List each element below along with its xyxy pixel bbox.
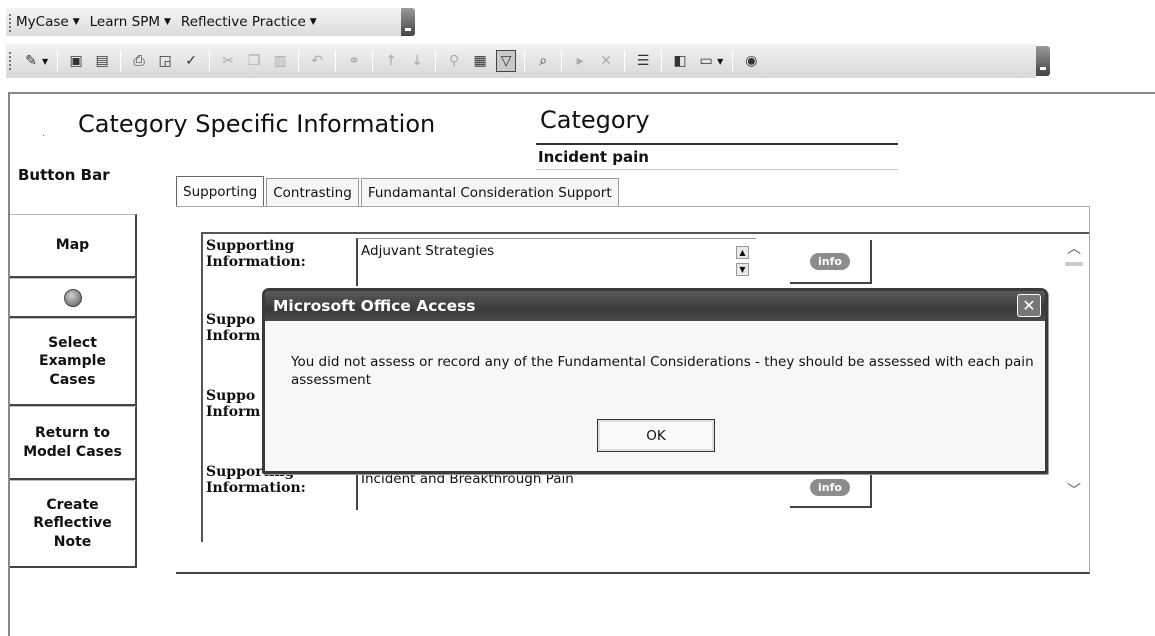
toolbar-overflow-button[interactable] <box>1036 46 1050 76</box>
toolbar-separator <box>624 50 626 72</box>
toolbar-separator <box>57 50 59 72</box>
map-button[interactable]: Map <box>10 214 137 278</box>
menu-mycase[interactable]: MyCase ▼ <box>16 14 80 30</box>
supporting-information-label-text: Suppo Inform <box>206 388 261 421</box>
toolbar-grip[interactable] <box>9 52 12 70</box>
toolbar-separator <box>661 50 663 72</box>
filter-by-selection-icon[interactable]: ⚲ <box>444 50 464 72</box>
info-button-label: info <box>810 478 850 496</box>
category-field[interactable]: Incident pain <box>536 143 898 170</box>
menu-bar: MyCase ▼ Learn SPM ▼ Reflective Practice ▼ <box>0 0 1155 36</box>
ok-button[interactable]: OK <box>597 419 715 452</box>
menu-reflective-practice[interactable]: Reflective Practice ▼ <box>181 14 317 30</box>
apply-filter-icon[interactable]: ▽ <box>496 50 517 72</box>
select-example-cases-label: Select Example Cases <box>39 335 106 388</box>
chevron-down-icon: ▼ <box>72 17 80 27</box>
dialog-message: You did not assess or record any of the … <box>291 354 1034 389</box>
supporting-information-field[interactable]: Adjuvant Strategies <box>356 238 756 286</box>
info-button-label: info <box>810 252 850 270</box>
file-search-icon[interactable]: ▤ <box>92 50 112 72</box>
form-top-border <box>8 92 1155 94</box>
tab-strip: Supporting Contrasting Fundamantal Consi… <box>176 176 621 206</box>
copy-icon[interactable]: ❐ <box>244 50 264 72</box>
subform-scroll-up[interactable]: ︿ <box>1064 238 1084 268</box>
menu-strip: MyCase ▼ Learn SPM ▼ Reflective Practice ▼ <box>6 8 415 36</box>
print-preview-icon[interactable]: ◲ <box>155 50 175 72</box>
cut-icon[interactable]: ✂ <box>218 50 238 72</box>
return-to-model-cases-button[interactable]: Return to Model Cases <box>10 406 137 480</box>
scroll-down-icon[interactable]: ▼ <box>736 263 749 276</box>
toolbar-separator <box>561 50 563 72</box>
sort-descending-icon[interactable]: ↓ <box>407 50 427 72</box>
chevron-down-icon: ▼ <box>309 17 317 27</box>
info-button[interactable]: info <box>790 468 872 508</box>
scroll-thumb[interactable] <box>1065 262 1083 266</box>
toolbar-separator <box>209 50 211 72</box>
help-icon[interactable]: ◉ <box>741 50 761 72</box>
paste-icon[interactable]: ▥ <box>270 50 290 72</box>
chevron-down-icon[interactable]: ▼ <box>42 57 48 66</box>
tab-fundamental-consideration-support[interactable]: Fundamantal Consideration Support <box>360 178 619 206</box>
dialog-title-bar[interactable]: Microsoft Office Access <box>265 291 1045 321</box>
toolbar-separator <box>435 50 437 72</box>
properties-icon[interactable]: ☰ <box>633 50 653 72</box>
info-button[interactable]: info <box>790 240 872 284</box>
sort-ascending-icon[interactable]: ↑ <box>381 50 401 72</box>
print-icon[interactable]: ⎙ <box>129 50 149 72</box>
close-icon[interactable]: ✕ <box>1017 294 1041 317</box>
filter-by-form-icon[interactable]: ▦ <box>470 50 490 72</box>
toolbar-separator <box>335 50 337 72</box>
supporting-information-label-text: Suppo Inform <box>206 312 261 345</box>
find-icon[interactable]: ⌕ <box>533 50 553 72</box>
subform-scroll-down[interactable]: ﹀ <box>1064 480 1084 510</box>
toolbar-separator <box>372 50 374 72</box>
button-bar-title: Button Bar <box>18 166 110 184</box>
chevron-down-icon: ▼ <box>164 17 171 27</box>
toolbar-separator <box>298 50 300 72</box>
supporting-information-label: Supporting Information: <box>206 238 346 270</box>
menu-learn-spm[interactable]: Learn SPM ▼ <box>90 14 171 30</box>
return-to-model-cases-label: Return to Model Cases <box>23 425 122 460</box>
menu-reflective-practice-label: Reflective Practice <box>180 14 306 30</box>
new-object-icon[interactable]: ▭ <box>696 50 716 72</box>
spelling-icon[interactable]: ✓ <box>181 50 201 72</box>
select-example-cases-button[interactable]: Select Example Cases <box>10 318 137 406</box>
delete-record-icon[interactable]: ✕ <box>596 50 616 72</box>
create-reflective-note-label: Create Reflective Note <box>33 497 112 550</box>
design-view-icon[interactable]: ✎ <box>21 50 41 72</box>
toolbar-separator <box>732 50 734 72</box>
supporting-information-label-text: Supporting Information: <box>206 238 306 271</box>
toolbar-separator <box>524 50 526 72</box>
map-button-label: Map <box>55 237 90 254</box>
help-button[interactable] <box>10 278 137 318</box>
database-window-icon[interactable]: ◧ <box>670 50 690 72</box>
tab-supporting[interactable]: Supporting <box>176 176 265 206</box>
toolbar-separator <box>120 50 122 72</box>
row-scrollbar[interactable]: ▲ ▼ <box>736 246 750 282</box>
undo-icon[interactable]: ↶ <box>307 50 327 72</box>
chevron-down-icon[interactable]: ▼ <box>717 57 723 66</box>
scroll-up-icon[interactable]: ▲ <box>736 246 749 259</box>
hyperlink-icon[interactable]: ⚭ <box>344 50 364 72</box>
page-title: Category Specific Information <box>78 110 436 138</box>
dialog-title: Microsoft Office Access <box>273 297 476 315</box>
chevron-up-icon[interactable]: ︿ <box>1067 238 1081 258</box>
tab-contrasting[interactable]: Contrasting <box>266 178 359 206</box>
category-label: Category <box>540 106 650 134</box>
help-circle-icon <box>63 288 82 307</box>
toolbar: ✎ ▼ ▣ ▤ ⎙ ◲ ✓ ✂ ❐ ▥ ↶ ⚭ ↑ ↓ ⚲ ▦ ▽ ⌕ ▸ ✕ ☰… <box>6 44 1050 78</box>
record-selector-dot: . <box>42 128 46 139</box>
menu-grip[interactable] <box>9 14 12 32</box>
create-reflective-note-button[interactable]: Create Reflective Note <box>10 480 137 568</box>
chevron-down-icon[interactable]: ﹀ <box>1067 480 1081 500</box>
menu-overflow-button[interactable] <box>401 8 415 36</box>
alert-dialog: Microsoft Office Access ✕ You did not as… <box>262 288 1048 474</box>
menu-mycase-label: MyCase <box>16 14 69 30</box>
new-record-icon[interactable]: ▸ <box>570 50 590 72</box>
save-icon[interactable]: ▣ <box>66 50 86 72</box>
menu-learn-spm-label: Learn SPM <box>89 14 160 30</box>
